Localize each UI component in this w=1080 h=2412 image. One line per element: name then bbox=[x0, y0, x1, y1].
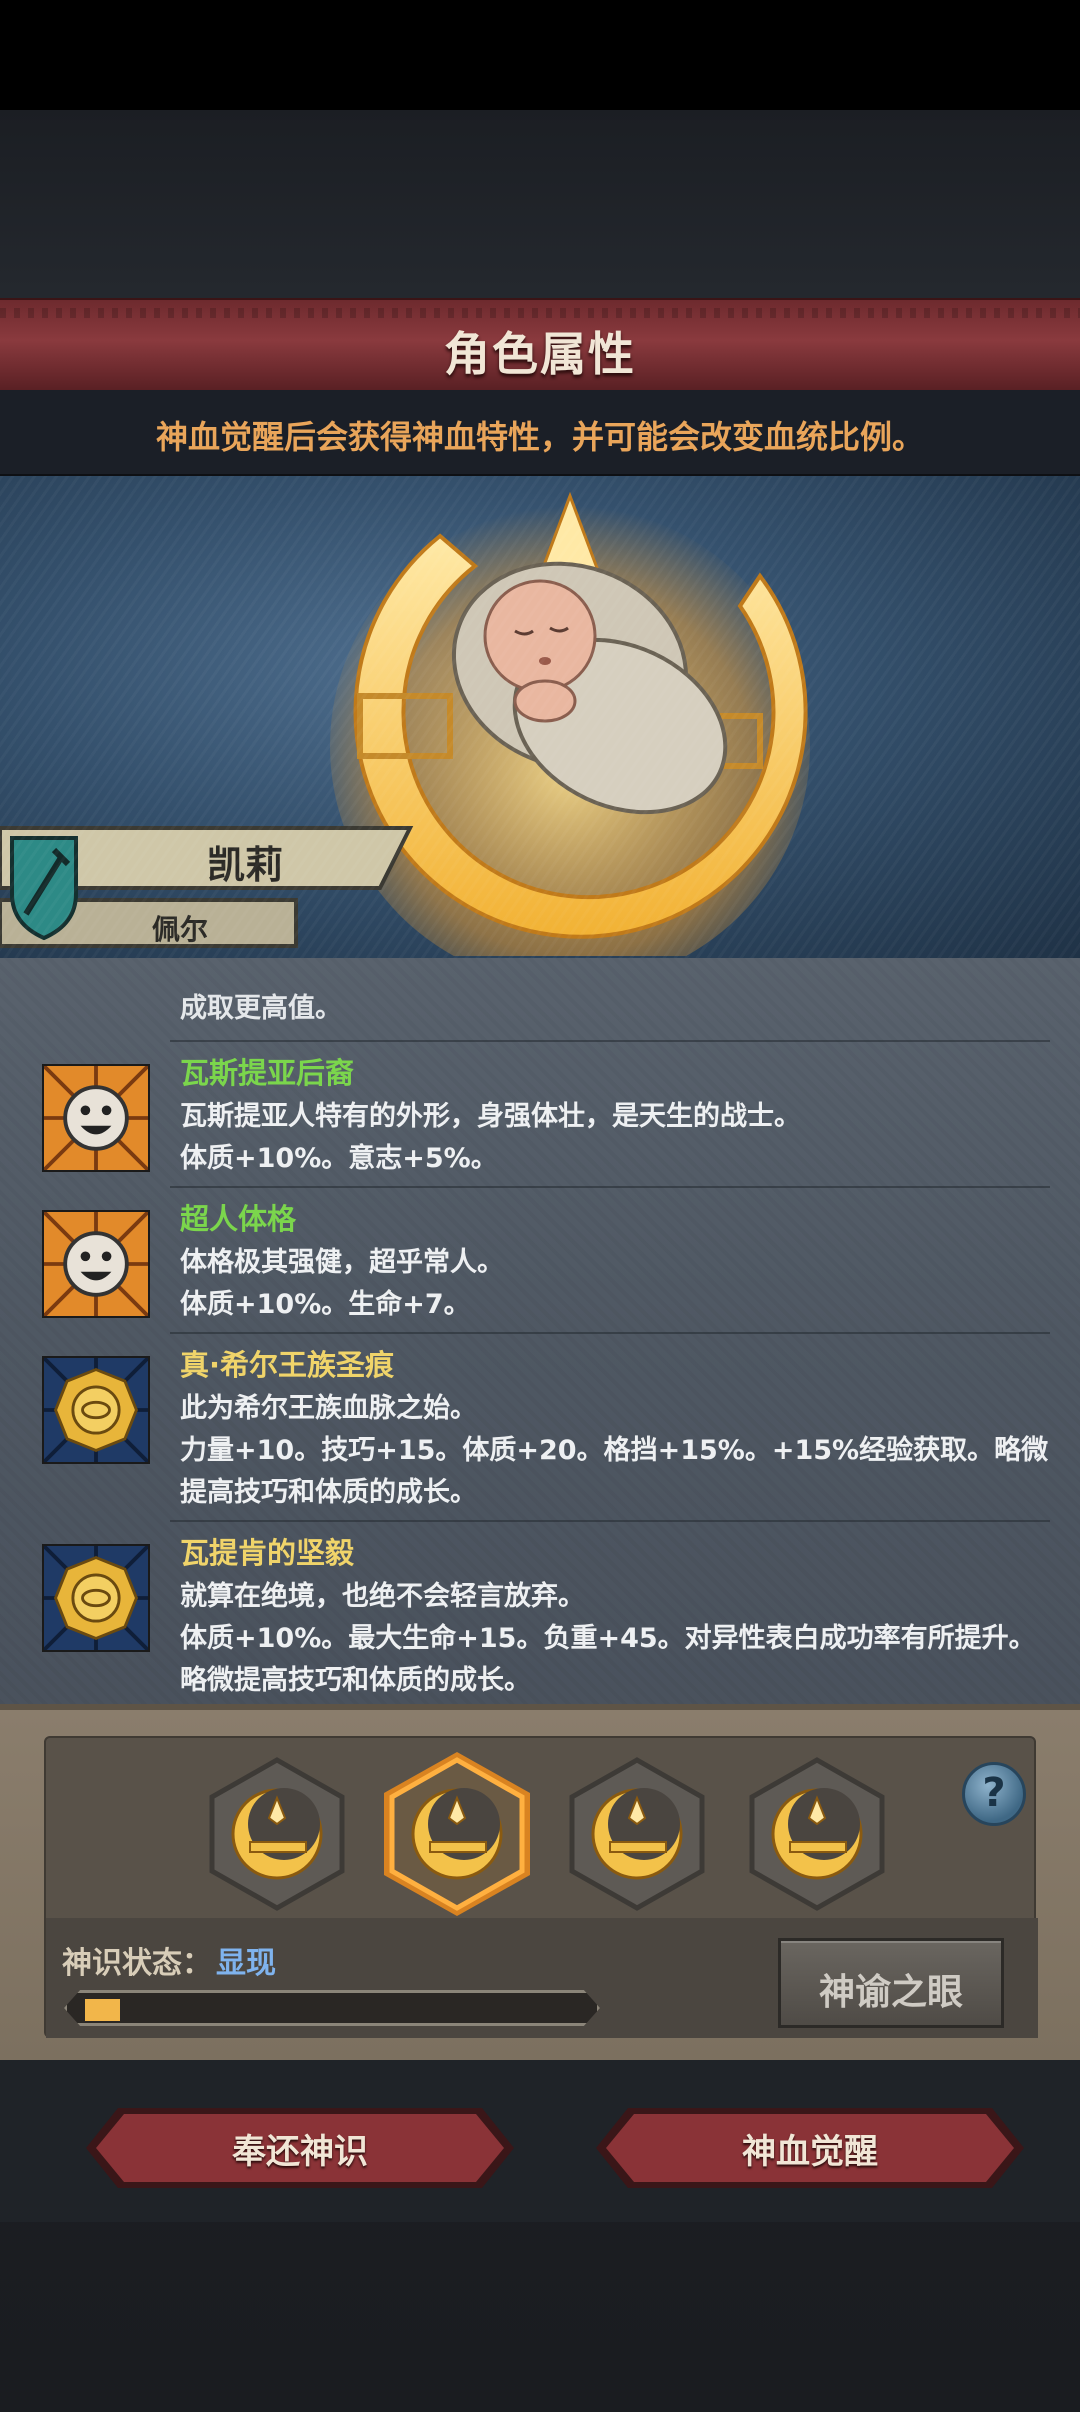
subtitle-bar: 神血觉醒后会获得神血特性，并可能会改变血统比例。 bbox=[0, 390, 1080, 476]
trait-desc-line: 瓦斯提亚人特有的外形，身强体壮，是天生的战士。 bbox=[180, 1101, 801, 1132]
divine-control-inner: ? 神识状态： 显现 神谕之眼 bbox=[44, 1736, 1038, 2038]
divine-blood-awaken-label: 神血觉醒 bbox=[742, 2132, 878, 2172]
divine-slot[interactable] bbox=[742, 1752, 892, 1916]
divine-control-panel: ? 神识状态： 显现 神谕之眼 bbox=[0, 1704, 1080, 2060]
page-title: 角色属性 bbox=[444, 327, 636, 381]
trait-desc-line: 力量+10。技巧+15。体质+20。格挡+15%。+15%经验获取。略微 bbox=[180, 1435, 1049, 1466]
character-name: 凯莉 bbox=[206, 843, 283, 887]
golden-seal-icon bbox=[42, 1544, 150, 1652]
lineage-banner-text: 佩尔 bbox=[0, 896, 300, 950]
divine-crescent-icon bbox=[591, 1788, 683, 1880]
help-button[interactable]: ? bbox=[962, 1762, 1026, 1826]
return-divine-sense-label: 奉还神识 bbox=[232, 2132, 368, 2172]
divine-slot[interactable] bbox=[202, 1752, 352, 1916]
trait-name: 瓦斯提亚后裔 bbox=[180, 1056, 355, 1090]
trait-name: 超人体格 bbox=[180, 1202, 297, 1236]
name-banner bbox=[0, 826, 414, 890]
status-value: 显现 bbox=[216, 1946, 276, 1981]
oracle-eye-label: 神谕之眼 bbox=[818, 1972, 963, 2013]
return-divine-sense-button[interactable]: 奉还神识 bbox=[84, 2106, 516, 2190]
trait-desc-line: 提高技巧和体质的成长。 bbox=[180, 1477, 477, 1508]
trait-desc-line: 体质+10%。意志+5%。 bbox=[180, 1143, 498, 1174]
lineage-banner bbox=[0, 898, 298, 948]
divine-crescent-icon bbox=[411, 1788, 503, 1880]
divine-emblem-icon bbox=[330, 491, 810, 956]
status-label: 神识状态： bbox=[62, 1946, 212, 1981]
smiley-face-icon bbox=[42, 1064, 150, 1172]
divine-crescent-icon bbox=[231, 1788, 323, 1880]
divine-crescent-icon bbox=[771, 1788, 863, 1880]
golden-seal-icon bbox=[42, 1356, 150, 1464]
name-banner-text: 凯莉 bbox=[0, 822, 420, 894]
trait-text-partial: 成取更高值。 bbox=[180, 993, 342, 1024]
portrait-area: 凯莉 佩尔 bbox=[0, 476, 1080, 958]
trait-divider bbox=[170, 1520, 1050, 1522]
divine-progress-bar bbox=[64, 1990, 600, 2026]
bottom-action-bar: 奉还神识 神血觉醒 bbox=[0, 2060, 1080, 2222]
title-bar: 角色属性 bbox=[0, 298, 1080, 390]
oracle-eye-button[interactable]: 神谕之眼 bbox=[778, 1938, 1004, 2028]
divine-slot-row bbox=[46, 1752, 1038, 1922]
trait-desc-line: 此为希尔王族血脉之始。 bbox=[180, 1393, 477, 1424]
trait-desc-line: 体格极其强健，超乎常人。 bbox=[180, 1247, 504, 1278]
divine-progress-fill bbox=[85, 1999, 120, 2021]
character-lineage: 佩尔 bbox=[151, 913, 208, 946]
trait-divider bbox=[170, 1332, 1050, 1334]
divine-slot[interactable] bbox=[382, 1752, 532, 1916]
trait-desc-line: 就算在绝境，也绝不会轻言放弃。 bbox=[180, 1581, 585, 1612]
trait-desc-line: 体质+10%。生命+7。 bbox=[180, 1289, 471, 1320]
divine-blood-awaken-button[interactable]: 神血觉醒 bbox=[594, 2106, 1026, 2190]
trait-list[interactable]: 成取更高值。 瓦斯提亚后裔 瓦斯提亚人特有的外形，身强体壮，是天生的战士。 体质… bbox=[0, 958, 1080, 1704]
trait-desc-line: 略微提高技巧和体质的成长。 bbox=[180, 1665, 531, 1696]
trait-divider bbox=[170, 1186, 1050, 1188]
top-black-bar bbox=[0, 0, 1080, 110]
divine-slot[interactable] bbox=[562, 1752, 712, 1916]
trait-name: 真·希尔王族圣痕 bbox=[180, 1348, 395, 1382]
smiley-face-icon bbox=[42, 1210, 150, 1318]
class-shield-icon bbox=[10, 836, 78, 941]
trait-divider bbox=[170, 1040, 1050, 1042]
trait-desc-line: 体质+10%。最大生命+15。负重+45。对异性表白成功率有所提升。 bbox=[180, 1623, 1036, 1654]
trait-name: 瓦提肯的坚毅 bbox=[180, 1536, 355, 1570]
page-subtitle: 神血觉醒后会获得神血特性，并可能会改变血统比例。 bbox=[155, 418, 924, 456]
